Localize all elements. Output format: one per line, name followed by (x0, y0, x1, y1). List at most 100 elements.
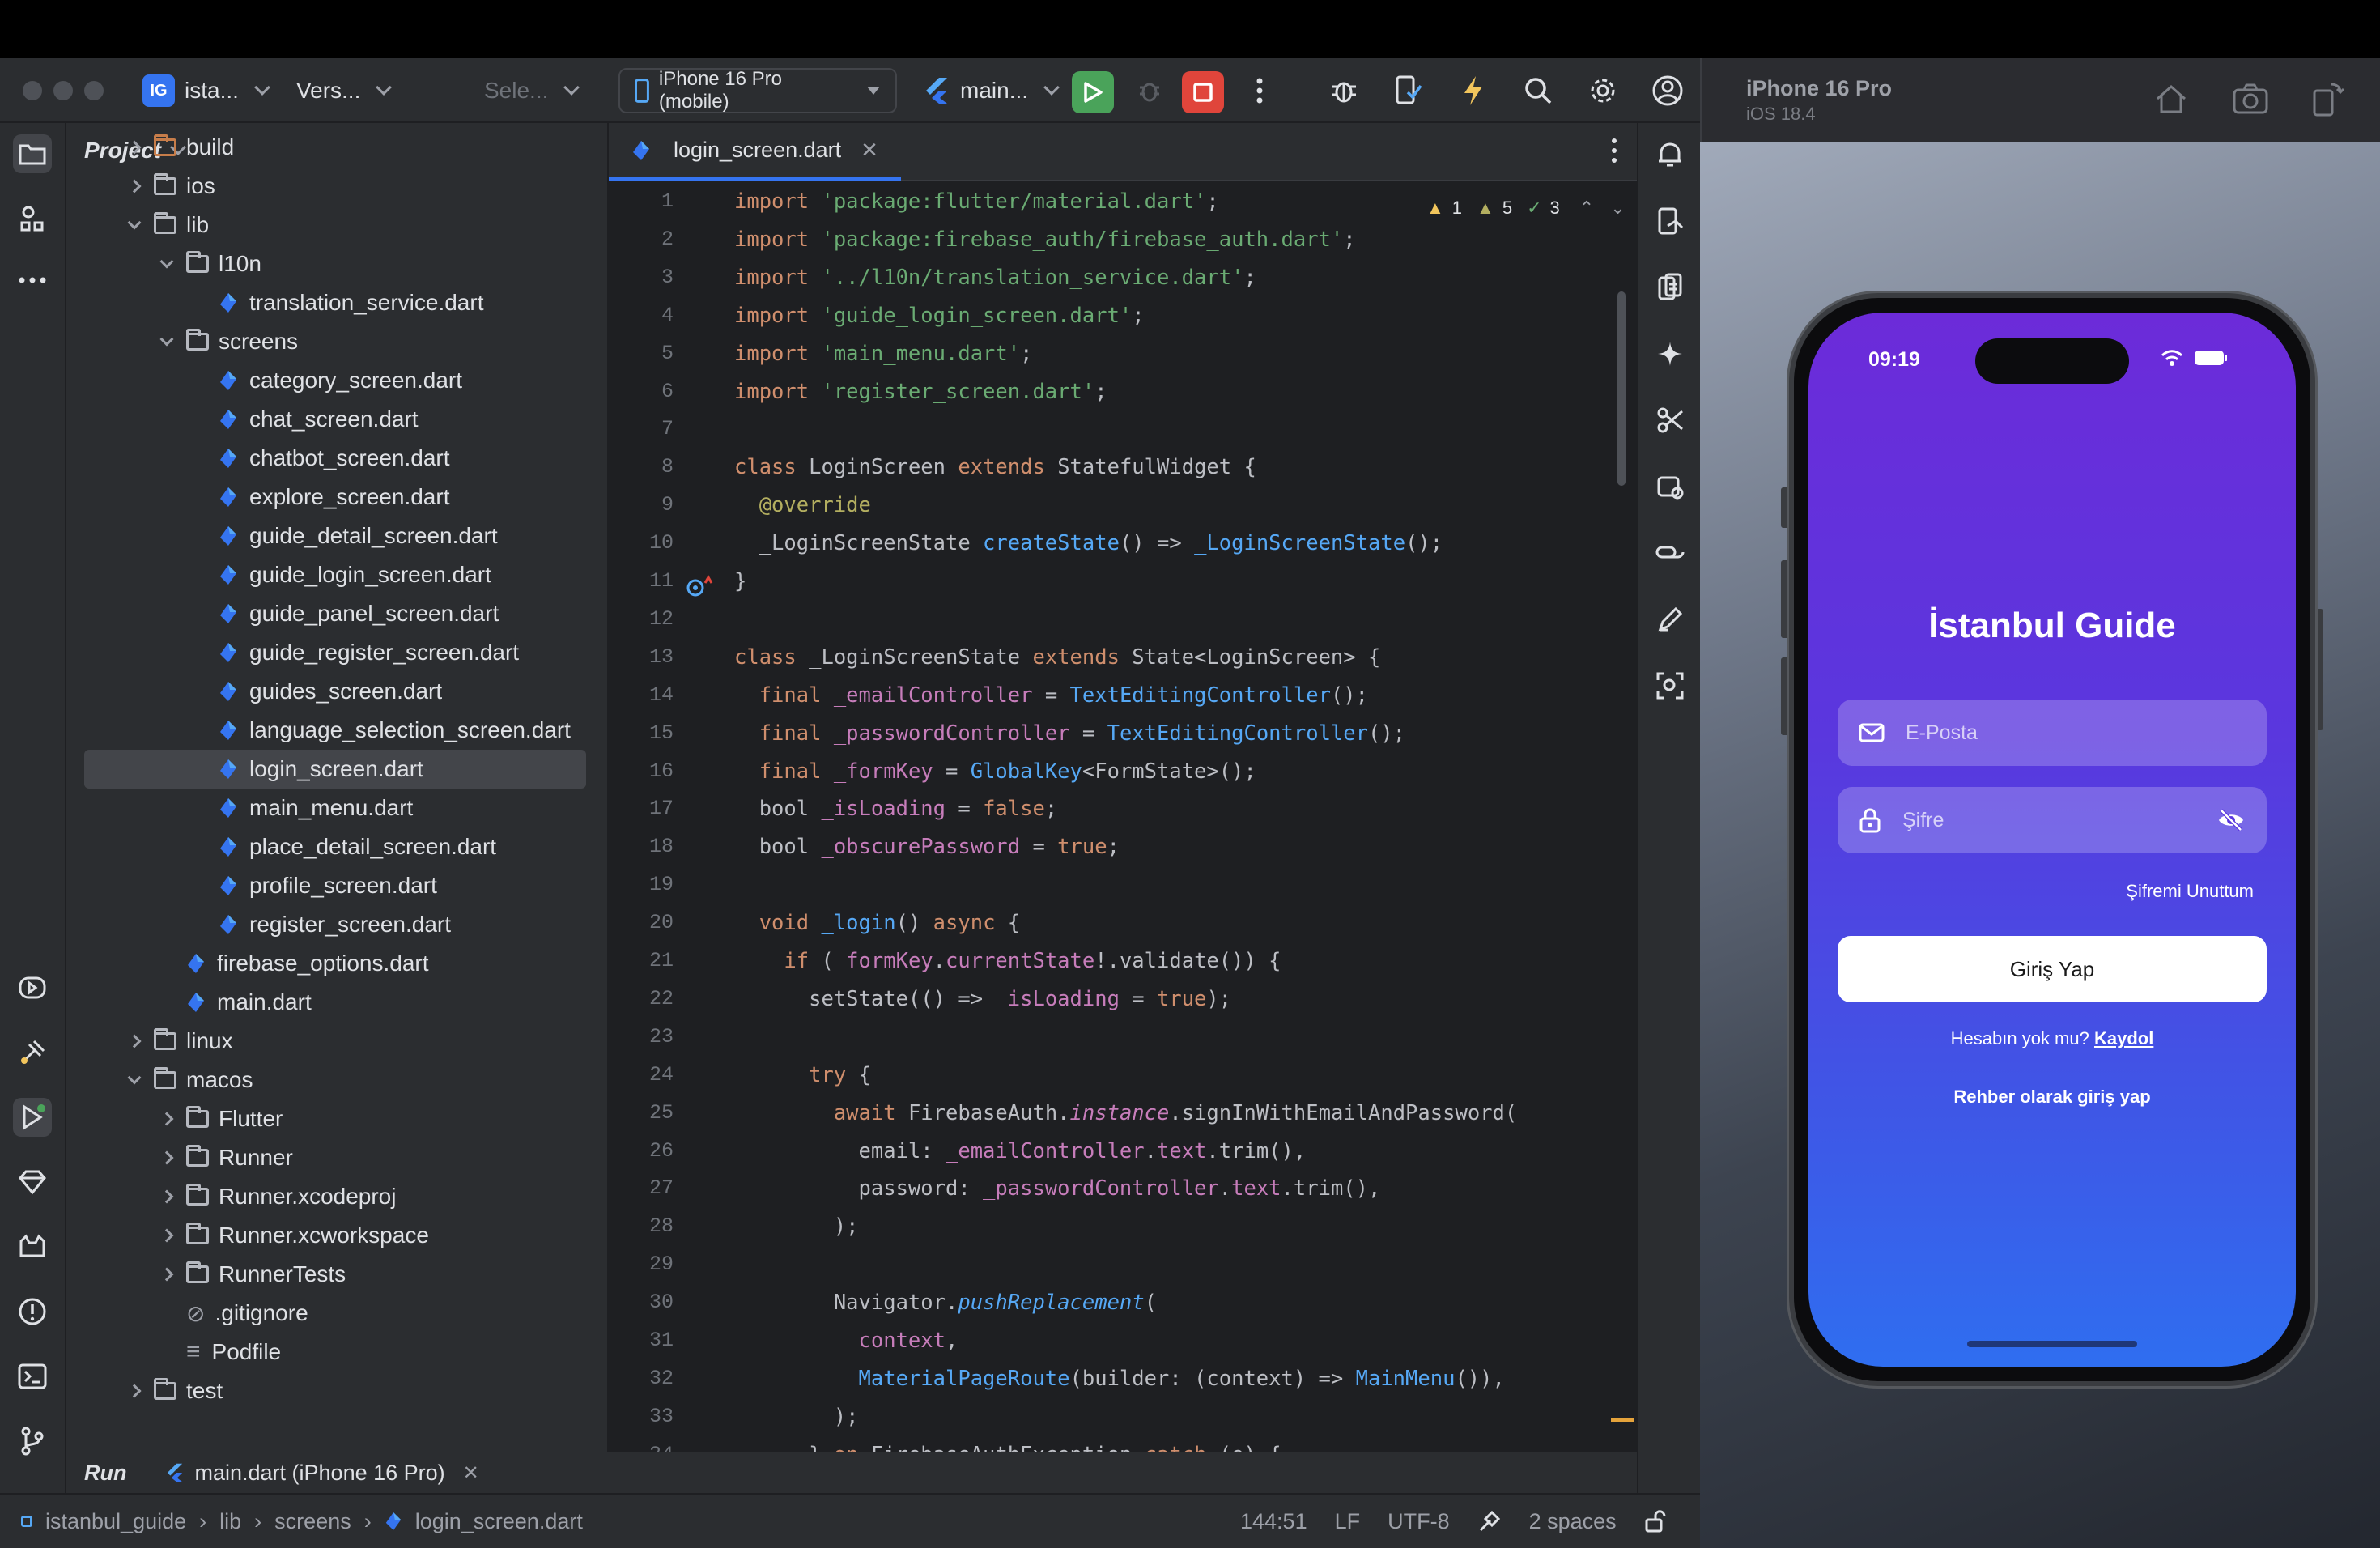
chevron-down-icon[interactable] (126, 215, 142, 233)
code-line[interactable]: import '../l10n/translation_service.dart… (734, 266, 1256, 290)
code-line[interactable]: final _passwordController = TextEditingC… (734, 721, 1405, 746)
problems-tool-button[interactable] (13, 1292, 52, 1331)
build-variants-button[interactable] (13, 1227, 52, 1266)
line-number[interactable]: 23 (609, 1025, 674, 1048)
links-button[interactable] (1651, 534, 1689, 572)
settings-button[interactable] (1587, 74, 1619, 107)
code-line[interactable]: bool _obscurePassword = true; (734, 835, 1120, 859)
code-line[interactable]: setState(() => _isLoading = true); (734, 987, 1231, 1011)
breadcrumb-lib[interactable]: lib (219, 1509, 241, 1534)
line-number[interactable]: 33 (609, 1405, 674, 1428)
notifications-button[interactable] (1651, 136, 1689, 173)
chevron-down-icon[interactable] (159, 332, 175, 350)
file-encoding[interactable]: UTF-8 (1388, 1509, 1450, 1534)
line-number[interactable]: 11 (609, 569, 674, 593)
breadcrumb-file[interactable]: login_screen.dart (415, 1509, 583, 1534)
tree-item-chatbot-screen-dart[interactable]: chatbot_screen.dart (66, 439, 607, 478)
code-line[interactable]: MaterialPageRoute(builder: (context) => … (734, 1367, 1505, 1391)
home-button[interactable] (2154, 83, 2188, 119)
breadcrumb-project[interactable]: istanbul_guide (45, 1509, 186, 1534)
window-zoom-dot[interactable] (84, 81, 104, 100)
password-field[interactable]: Şifre (1838, 787, 2267, 853)
line-number[interactable]: 2 (609, 228, 674, 251)
run-config-selector[interactable]: main... (923, 58, 1060, 123)
code-line[interactable]: final _formKey = GlobalKey<FormState>(); (734, 759, 1256, 784)
register-link[interactable]: Kaydol (2094, 1028, 2153, 1048)
terminal-tool-button[interactable] (13, 1357, 52, 1396)
line-number[interactable]: 3 (609, 266, 674, 289)
code-line[interactable]: password: _passwordController.text.trim(… (734, 1176, 1381, 1201)
code-line[interactable]: @override (734, 493, 871, 517)
running-devices-button[interactable] (1651, 269, 1689, 306)
chevron-right-icon[interactable] (159, 1189, 175, 1205)
line-number[interactable]: 18 (609, 835, 674, 858)
line-number[interactable]: 4 (609, 304, 674, 327)
tree-item-runner-xcworkspace[interactable]: Runner.xcworkspace (66, 1216, 607, 1255)
rotate-button[interactable] (2311, 81, 2345, 121)
code-line[interactable]: class LoginScreen extends StatefulWidget… (734, 455, 1256, 479)
line-number[interactable]: 27 (609, 1176, 674, 1200)
tree-item-firebase-options-dart[interactable]: firebase_options.dart (66, 944, 607, 983)
close-icon[interactable]: ✕ (463, 1461, 479, 1485)
line-number[interactable]: 9 (609, 493, 674, 517)
tree-item-ios[interactable]: ios (66, 167, 607, 206)
chevron-right-icon[interactable] (159, 1111, 175, 1127)
tree-item-category-screen-dart[interactable]: category_screen.dart (66, 361, 607, 400)
line-number[interactable]: 20 (609, 911, 674, 934)
home-indicator[interactable] (1967, 1341, 2137, 1347)
layout-inspector-button[interactable] (1651, 667, 1689, 704)
tree-item-main-menu-dart[interactable]: main_menu.dart (66, 789, 607, 827)
account-button[interactable] (1651, 74, 1684, 107)
tree-item-guide-login-screen-dart[interactable]: guide_login_screen.dart (66, 555, 607, 594)
code-style-icon[interactable] (1477, 1509, 1502, 1533)
ai-assistant-button[interactable] (1651, 335, 1689, 372)
chevron-down-icon[interactable] (126, 1070, 142, 1088)
tree-item-explore-screen-dart[interactable]: explore_screen.dart (66, 478, 607, 517)
window-minimize-dot[interactable] (53, 81, 73, 100)
stop-button[interactable] (1182, 71, 1224, 113)
code-line[interactable]: Navigator.pushReplacement( (734, 1291, 1157, 1315)
app-inspection-button[interactable] (1651, 468, 1689, 505)
services-tool-button[interactable] (13, 968, 52, 1007)
run-config-tab[interactable]: main.dart (iPhone 16 Pro) (194, 1461, 444, 1486)
tree-item-linux[interactable]: linux (66, 1022, 607, 1061)
tree-item-lib[interactable]: lib (66, 206, 607, 245)
tree-item-login-screen-dart[interactable]: login_screen.dart (84, 750, 586, 789)
editor-scrollbar-thumb[interactable] (1617, 291, 1626, 486)
device-mirror-button[interactable] (1392, 74, 1425, 107)
line-number[interactable]: 24 (609, 1063, 674, 1087)
line-number[interactable]: 17 (609, 797, 674, 820)
chevron-right-icon[interactable] (126, 178, 142, 194)
tree-item-l10n[interactable]: l10n (66, 245, 607, 283)
chevron-right-icon[interactable] (159, 1266, 175, 1282)
line-number[interactable]: 19 (609, 873, 674, 896)
screenshot-button[interactable] (2232, 83, 2269, 119)
code-line[interactable]: try { (734, 1063, 871, 1087)
tree-item-language-selection-screen-dart[interactable]: language_selection_screen.dart (66, 711, 607, 750)
line-number[interactable]: 10 (609, 531, 674, 555)
tree-item-runnertests[interactable]: RunnerTests (66, 1255, 607, 1294)
code-line[interactable]: email: _emailController.text.trim(), (734, 1139, 1307, 1163)
caret-position[interactable]: 144:51 (1240, 1509, 1307, 1534)
indent-setting[interactable]: 2 spaces (1529, 1509, 1617, 1534)
code-line[interactable]: void _login() async { (734, 911, 1020, 935)
visibility-off-icon[interactable] (2216, 808, 2246, 832)
line-separator[interactable]: LF (1335, 1509, 1361, 1534)
tree-item-macos[interactable]: macos (66, 1061, 607, 1099)
tree-item-guides-screen-dart[interactable]: guides_screen.dart (66, 672, 607, 711)
code-line[interactable]: } (734, 569, 746, 593)
line-number[interactable]: 30 (609, 1291, 674, 1314)
lock-open-icon[interactable] (1644, 1509, 1667, 1533)
tree-item-build[interactable]: build (66, 128, 607, 167)
code-editor[interactable]: 1 2 3 4 5 6 7 8 9 10 11 12 13 14 15 16 17 18 19 20 21 22 23 24 2… (609, 181, 1637, 1517)
tree-item-register-screen-dart[interactable]: register_screen.dart (66, 905, 607, 944)
line-number[interactable]: 32 (609, 1367, 674, 1390)
debug-button[interactable] (1133, 74, 1166, 107)
search-everywhere-button[interactable] (1522, 74, 1554, 107)
forgot-password-link[interactable]: Şifremi Unuttum (2126, 881, 2254, 902)
tree-item-flutter[interactable]: Flutter (66, 1099, 607, 1138)
vcs-selector[interactable]: Vers... (296, 58, 393, 123)
inspection-widget[interactable]: ▲ 1 ▲ 5 ✓ 3 ⌃ ⌄ (1426, 198, 1626, 219)
code-line[interactable]: import 'package:firebase_auth/firebase_a… (734, 228, 1356, 252)
window-close-dot[interactable] (23, 81, 42, 100)
